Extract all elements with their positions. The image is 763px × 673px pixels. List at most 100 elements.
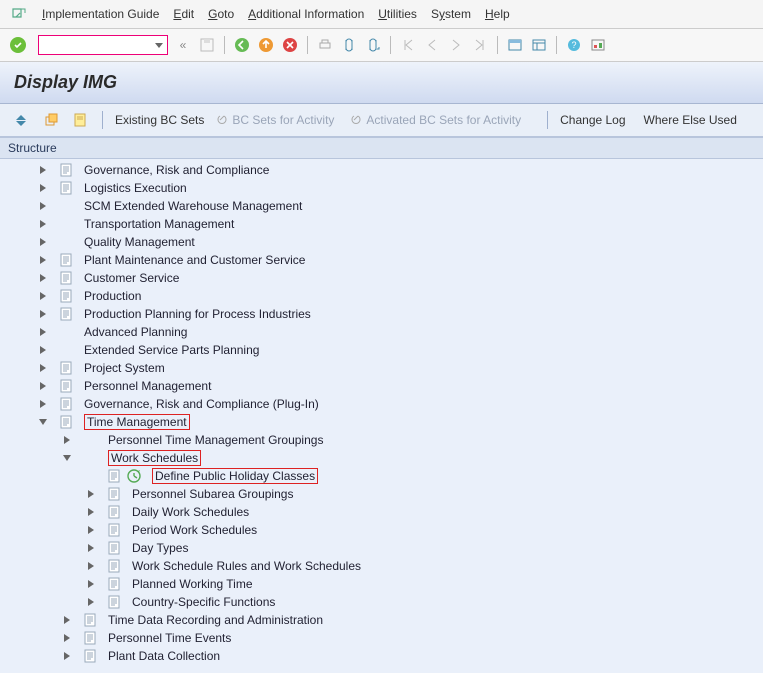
tree-row[interactable]: Period Work Schedules [0, 521, 763, 539]
doc-icon[interactable] [58, 379, 74, 393]
change-log-button[interactable]: Change Log [560, 113, 625, 127]
help-icon[interactable]: ? [565, 36, 583, 54]
tree-row[interactable]: Project System [0, 359, 763, 377]
tree-row[interactable]: Transportation Management [0, 215, 763, 233]
menu-icon[interactable] [10, 6, 28, 22]
doc-icon[interactable] [82, 613, 98, 627]
expand-arrow-icon[interactable] [60, 435, 74, 445]
expand-arrow-icon[interactable] [36, 345, 50, 355]
doc-icon[interactable] [106, 559, 122, 573]
doc-icon[interactable] [58, 253, 74, 267]
last-page-icon[interactable] [471, 36, 489, 54]
expand-arrow-icon[interactable] [36, 327, 50, 337]
expand-arrow-icon[interactable] [36, 399, 50, 409]
expand-arrow-icon[interactable] [60, 633, 74, 643]
tree-row[interactable]: Extended Service Parts Planning [0, 341, 763, 359]
tree-row[interactable]: Customer Service [0, 269, 763, 287]
tree-row[interactable]: Define Public Holiday Classes [0, 467, 763, 485]
menu-utilities[interactable]: Utilities [378, 7, 417, 21]
exit-icon[interactable] [257, 36, 275, 54]
next-page-icon[interactable] [447, 36, 465, 54]
menu-additional[interactable]: Additional Information [248, 7, 364, 21]
collapse-arrow-icon[interactable] [36, 417, 50, 427]
expand-arrow-icon[interactable] [36, 219, 50, 229]
existing-bc-sets-button[interactable]: Existing BC Sets [115, 113, 204, 127]
tree-row[interactable]: Governance, Risk and Compliance [0, 161, 763, 179]
doc-icon[interactable] [58, 361, 74, 375]
menu-goto[interactable]: Goto [208, 7, 234, 21]
tree-row[interactable]: Time Data Recording and Administration [0, 611, 763, 629]
menu-help[interactable]: Help [485, 7, 510, 21]
doc-icon[interactable] [82, 649, 98, 663]
print-icon[interactable] [316, 36, 334, 54]
expand-arrow-icon[interactable] [36, 165, 50, 175]
doc-icon[interactable] [58, 163, 74, 177]
tree-row[interactable]: Time Management [0, 413, 763, 431]
tree-row[interactable]: Quality Management [0, 233, 763, 251]
back-icon[interactable] [233, 36, 251, 54]
tree-row[interactable]: Personnel Subarea Groupings [0, 485, 763, 503]
expand-arrow-icon[interactable] [36, 273, 50, 283]
where-else-used-button[interactable]: Where Else Used [644, 113, 737, 127]
tree-row[interactable]: Personnel Time Events [0, 629, 763, 647]
cancel-icon[interactable] [281, 36, 299, 54]
doc-icon[interactable] [106, 595, 122, 609]
doc-icon[interactable] [106, 577, 122, 591]
tree-row[interactable]: Advanced Planning [0, 323, 763, 341]
expand-arrow-icon[interactable] [84, 507, 98, 517]
tree-row[interactable]: Country-Specific Functions [0, 593, 763, 611]
customize-icon[interactable] [589, 36, 607, 54]
expand-arrow-icon[interactable] [84, 489, 98, 499]
save-icon[interactable] [198, 36, 216, 54]
doc-icon[interactable] [58, 415, 74, 429]
activated-bc-sets-button[interactable]: Activated BC Sets for Activity [346, 110, 525, 130]
tree-row[interactable]: Personnel Management [0, 377, 763, 395]
tree-row[interactable]: SCM Extended Warehouse Management [0, 197, 763, 215]
doc-icon[interactable] [106, 523, 122, 537]
doc-icon[interactable] [58, 271, 74, 285]
expand-arrow-icon[interactable] [36, 183, 50, 193]
command-field[interactable] [38, 35, 168, 55]
back-skip-icon[interactable]: « [174, 36, 192, 54]
tree-row[interactable]: Daily Work Schedules [0, 503, 763, 521]
menu-system[interactable]: System [431, 7, 471, 21]
expand-arrow-icon[interactable] [36, 381, 50, 391]
expand-arrow-icon[interactable] [36, 255, 50, 265]
expand-arrow-icon[interactable] [84, 561, 98, 571]
tree-row[interactable]: Day Types [0, 539, 763, 557]
expand-arrow-icon[interactable] [84, 579, 98, 589]
layout-icon[interactable] [530, 36, 548, 54]
menu-implementation-guide[interactable]: Implementation Guide [42, 7, 159, 21]
bc-sets-activity-button[interactable]: BC Sets for Activity [212, 110, 338, 130]
tree-row[interactable]: Plant Data Collection [0, 647, 763, 665]
expand-arrow-icon[interactable] [36, 363, 50, 373]
doc-icon[interactable] [58, 181, 74, 195]
find-icon[interactable] [340, 36, 358, 54]
find-next-icon[interactable] [364, 36, 382, 54]
first-page-icon[interactable] [399, 36, 417, 54]
expand-arrow-icon[interactable] [36, 237, 50, 247]
tree-row[interactable]: Planned Working Time [0, 575, 763, 593]
new-session-icon[interactable] [506, 36, 524, 54]
doc-icon[interactable] [106, 469, 122, 483]
tree-row[interactable]: Governance, Risk and Compliance (Plug-In… [0, 395, 763, 413]
doc-icon[interactable] [58, 289, 74, 303]
expand-arrow-icon[interactable] [36, 309, 50, 319]
doc-icon[interactable] [106, 541, 122, 555]
prev-page-icon[interactable] [423, 36, 441, 54]
where-used-icon[interactable] [40, 110, 62, 130]
doc-icon[interactable] [106, 487, 122, 501]
doc-icon[interactable] [58, 307, 74, 321]
expand-arrow-icon[interactable] [36, 201, 50, 211]
doc-icon[interactable] [58, 397, 74, 411]
tree-row[interactable]: Work Schedule Rules and Work Schedules [0, 557, 763, 575]
expand-arrow-icon[interactable] [84, 543, 98, 553]
expand-arrow-icon[interactable] [84, 525, 98, 535]
execute-icon[interactable] [126, 469, 142, 483]
release-notes-icon[interactable] [70, 110, 90, 130]
doc-icon[interactable] [106, 505, 122, 519]
tree-row[interactable]: Logistics Execution [0, 179, 763, 197]
tree-row[interactable]: Work Schedules [0, 449, 763, 467]
expand-arrow-icon[interactable] [84, 597, 98, 607]
tree-row[interactable]: Production Planning for Process Industri… [0, 305, 763, 323]
